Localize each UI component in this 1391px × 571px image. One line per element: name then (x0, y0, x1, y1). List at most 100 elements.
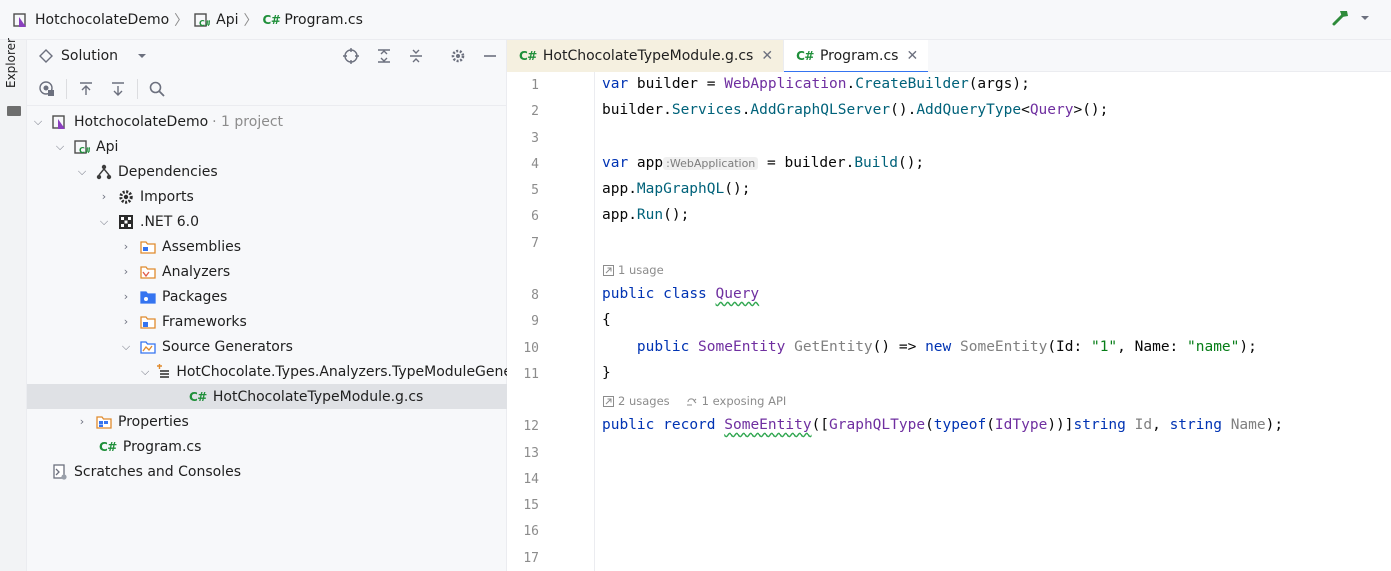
tree-item-dependencies[interactable]: ⌵ Dependencies (27, 159, 507, 184)
tree-item-frameworks[interactable]: › Frameworks (27, 309, 507, 334)
type-token: SomeEntity (960, 339, 1048, 355)
code-token: (). (890, 102, 917, 118)
tree-item-scratches[interactable]: Scratches and Consoles (27, 459, 507, 484)
solution-view-selector[interactable]: Solution (61, 48, 118, 64)
close-icon[interactable]: ✕ (906, 48, 918, 64)
chevron-right-icon[interactable]: › (97, 190, 111, 203)
code-token: >(); (1073, 102, 1109, 118)
breadcrumb-project[interactable]: C# Api (193, 0, 239, 40)
csharp-file-icon: C# (262, 12, 281, 27)
scroll-from-source-icon[interactable] (75, 78, 97, 100)
exposing-api-count[interactable]: 1 exposing API (702, 394, 787, 408)
line-number-gutter: 1 2 3 4 5 6 7 8 9 10 11 12 13 14 15 16 1… (507, 72, 595, 571)
method-token: Run (636, 207, 664, 223)
tab-label: Program.cs (819, 48, 899, 64)
keyword-token: class (663, 286, 707, 302)
tree-item-generated-file[interactable]: C# HotChocolateTypeModule.g.cs (27, 384, 507, 409)
chevron-down-icon[interactable] (136, 50, 148, 62)
generator-icon (155, 363, 171, 381)
tree-item-properties[interactable]: › Properties (27, 409, 507, 434)
method-token: GetEntity (794, 339, 873, 355)
settings-gear-icon[interactable] (447, 45, 469, 67)
code-line: { (602, 312, 611, 328)
chevron-down-icon[interactable]: ⌵ (31, 115, 45, 129)
tree-item-source-generators[interactable]: ⌵ Source Generators (27, 334, 507, 359)
chevron-down-icon[interactable]: ⌵ (141, 365, 149, 379)
tree-item-framework[interactable]: ⌵ .NET 6.0 (27, 209, 507, 234)
tree-item-imports[interactable]: › Imports (27, 184, 507, 209)
chevron-down-icon[interactable]: ⌵ (53, 140, 67, 154)
method-token: AddQueryType (916, 102, 1022, 118)
chevron-down-icon[interactable]: ⌵ (75, 165, 89, 179)
folder-icon[interactable] (7, 106, 21, 116)
keyword-token: var (602, 155, 629, 171)
code-lens-usages[interactable]: 2 usages 1 exposing API (603, 394, 786, 408)
line-number: 6 (531, 209, 539, 224)
code-line: } (602, 365, 611, 381)
minimize-icon[interactable] (479, 45, 501, 67)
tree-item-label: HotchocolateDemo (74, 113, 209, 130)
tab-program-cs[interactable]: C# Program.cs ✕ (784, 40, 929, 73)
breadcrumb-file[interactable]: C# Program.cs (263, 0, 363, 40)
chevron-right-icon[interactable]: › (119, 315, 133, 328)
locate-icon[interactable] (340, 45, 362, 67)
tree-item-analyzers[interactable]: › Analyzers (27, 259, 507, 284)
code-token: , (1152, 417, 1170, 433)
tab-hotchocolatetypemodule[interactable]: C# HotChocolateTypeModule.g.cs ✕ (507, 40, 785, 72)
attribute-token: GraphQLType (829, 417, 926, 433)
tree-item-label: HotChocolateTypeModule.g.cs (212, 388, 424, 405)
code-token: app. (602, 207, 637, 223)
svg-text:C#: C# (199, 19, 210, 28)
code-token: (args); (968, 76, 1030, 92)
chevron-down-icon[interactable] (1359, 12, 1371, 28)
code-editor[interactable]: 1 2 3 4 5 6 7 8 9 10 11 12 13 14 15 16 1… (507, 72, 1391, 571)
code-token: < (1021, 102, 1030, 118)
breadcrumb-solution[interactable]: HotchocolateDemo (12, 0, 169, 40)
chevron-down-icon[interactable]: ⌵ (97, 215, 111, 229)
record-name-token: SomeEntity (724, 417, 812, 433)
csharp-file-icon: C# (796, 49, 814, 63)
solution-explorer: Solution ⌵ HotchocolateDemo · 1 project … (27, 40, 512, 571)
code-token: (); (897, 155, 925, 171)
tree-item-source-generator[interactable]: ⌵ HotChocolate.Types.Analyzers.TypeModul… (27, 359, 512, 384)
tree-item-solution[interactable]: ⌵ HotchocolateDemo · 1 project (27, 109, 507, 134)
expand-all-icon[interactable] (373, 45, 395, 67)
breadcrumb-separator: 〉 (243, 12, 258, 29)
code-token: () => (872, 339, 926, 355)
breadcrumb-file-label: Program.cs (284, 11, 363, 28)
breadcrumb-separator: 〉 (174, 12, 189, 29)
line-number: 15 (523, 498, 539, 513)
show-files-icon[interactable] (36, 78, 58, 100)
folder-icon (139, 313, 157, 331)
chevron-right-icon[interactable]: › (75, 415, 89, 428)
tree-item-program-cs[interactable]: C# Program.cs (27, 434, 507, 459)
gear-icon (117, 188, 135, 206)
type-token: SomeEntity (698, 339, 786, 355)
code-line: var builder = WebApplication.CreateBuild… (602, 76, 1030, 92)
line-number: 4 (531, 157, 539, 172)
line-number: 1 (531, 78, 539, 93)
close-icon[interactable]: ✕ (761, 48, 773, 64)
explorer-tool-window-button[interactable]: Explorer (4, 38, 18, 88)
line-number: 9 (531, 314, 539, 329)
chevron-right-icon[interactable]: › (119, 265, 133, 278)
scroll-to-source-icon[interactable] (107, 78, 129, 100)
tree-item-assemblies[interactable]: › Assemblies (27, 234, 507, 259)
line-number: 13 (523, 446, 539, 461)
tree-item-packages[interactable]: › Packages (27, 284, 507, 309)
hammer-icon[interactable] (1331, 8, 1351, 32)
line-number: 14 (523, 472, 539, 487)
line-number: 3 (531, 131, 539, 146)
chevron-down-icon[interactable]: ⌵ (119, 340, 133, 354)
chevron-right-icon[interactable]: › (119, 290, 133, 303)
code-line: public SomeEntity GetEntity() => new Som… (602, 339, 1257, 355)
code-lens-usages[interactable]: 1 usage (603, 263, 664, 277)
chevron-right-icon[interactable]: › (119, 240, 133, 253)
search-icon[interactable] (146, 78, 168, 100)
type-inlay-hint: :WebApplication (663, 157, 759, 170)
collapse-all-icon[interactable] (405, 45, 427, 67)
tree-item-project-api[interactable]: ⌵ C# Api (27, 134, 507, 159)
